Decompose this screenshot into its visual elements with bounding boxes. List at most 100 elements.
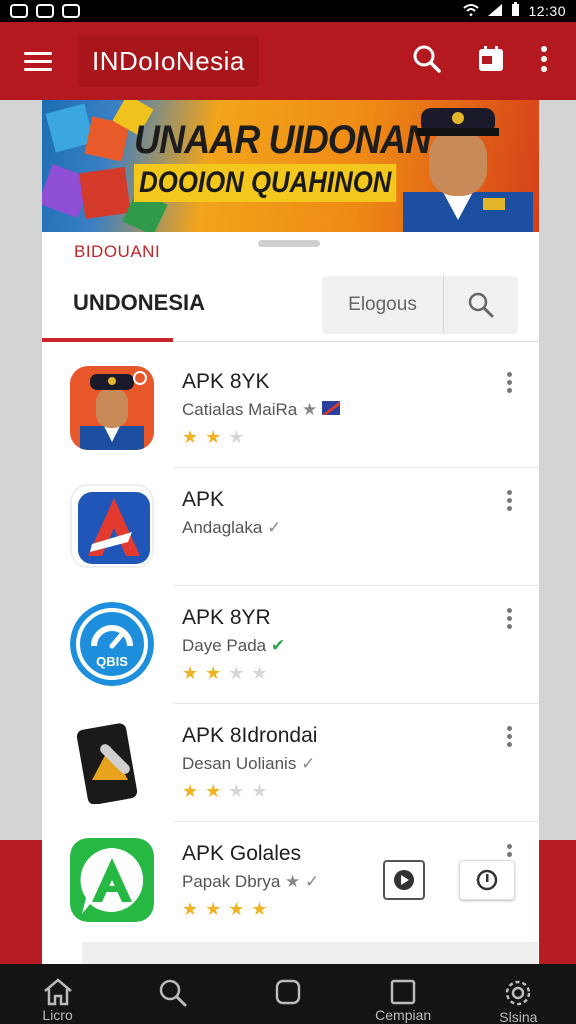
app-name: APK 8Idrondai	[182, 724, 318, 747]
app-subtitle-text: Daye Pada	[182, 636, 267, 655]
green-a-logo-icon	[70, 838, 154, 922]
mail-notification-icon	[62, 4, 80, 18]
gauge-icon-text: QBIS	[96, 654, 128, 669]
phone-wrench-icon	[70, 720, 154, 804]
menu-icon[interactable]	[24, 51, 52, 71]
star-empty-icon: ★	[228, 781, 245, 801]
window-icon	[390, 979, 416, 1005]
officer-illustration-icon	[403, 108, 533, 232]
app-subtitle: Catialas MaiRa ★	[182, 400, 340, 420]
star-icon: ★	[205, 781, 222, 801]
app-title: INDoIoNesia	[92, 45, 245, 76]
section-label: BIDOUANI	[74, 242, 161, 261]
star-icon: ★	[251, 899, 268, 919]
nav-home[interactable]: Licro	[13, 978, 103, 1023]
app-subtitle-text: Catialas MaiRa	[182, 400, 298, 419]
notification-icon	[10, 4, 28, 18]
square-icon	[275, 979, 301, 1005]
flag-badge-icon	[321, 400, 340, 419]
blue-gauge-icon: QBIS	[70, 602, 154, 686]
nav-settings[interactable]: Slsina	[473, 978, 563, 1024]
calendar-icon[interactable]	[476, 44, 506, 79]
play-icon	[394, 870, 414, 890]
nav-overview[interactable]	[243, 978, 333, 1006]
app-name: APK 8YK	[182, 370, 270, 393]
promo-banner[interactable]: UNAAR UIDONAN DOOION QUAHINON	[42, 100, 539, 232]
info-button[interactable]	[459, 860, 515, 900]
app-name: APK 8YR	[182, 606, 271, 629]
list-item[interactable]: QBIS APK 8YR Daye Pada ✔ ★ ★ ★ ★	[42, 586, 539, 704]
tab-indonesia[interactable]: UNDONESIA	[73, 290, 205, 316]
rating-stars: ★ ★ ★	[182, 428, 244, 446]
more-options-icon[interactable]	[507, 608, 513, 629]
search-icon	[159, 979, 187, 1007]
app-subtitle-text: Desan Uolianis	[182, 754, 297, 773]
search-field[interactable]: Elogous	[322, 276, 518, 334]
more-options-icon[interactable]	[507, 490, 513, 511]
rating-stars: ★ ★ ★ ★	[182, 782, 268, 800]
nav-search[interactable]	[128, 978, 218, 1008]
search-icon[interactable]	[412, 44, 442, 79]
list-item[interactable]: APK 8YK Catialas MaiRa ★ ★ ★ ★	[42, 350, 539, 468]
status-icons-left	[10, 4, 80, 18]
star-empty-icon: ★	[251, 781, 268, 801]
star-icon: ★	[182, 663, 199, 683]
tab-indicator	[42, 338, 173, 342]
list-item[interactable]: APK 8Idrondai Desan Uolianis ✓ ★ ★ ★ ★	[42, 704, 539, 822]
rating-stars: ★ ★ ★ ★	[182, 900, 268, 918]
bottom-sheet: UNAAR UIDONAN DOOION QUAHINON BIDOUANI U…	[42, 100, 539, 964]
settings-icon	[506, 980, 531, 1006]
check-badge-icon: ✓	[267, 518, 282, 537]
battery-icon	[511, 2, 520, 20]
image-notification-icon	[36, 4, 54, 18]
more-options-icon[interactable]	[507, 726, 513, 747]
overflow-menu-icon[interactable]	[540, 45, 548, 78]
red-a-logo-icon	[70, 484, 154, 568]
officer-portrait-icon	[70, 366, 154, 450]
play-button[interactable]	[383, 860, 425, 900]
row-actions	[383, 860, 515, 900]
more-options-icon[interactable]	[507, 372, 513, 393]
status-icons-right: 12:30	[463, 2, 566, 20]
check-badge-icon: ✓	[301, 754, 316, 773]
app-subtitle-text: Andaglaka	[182, 518, 263, 537]
drag-handle[interactable]	[258, 240, 320, 247]
app-list: APK 8YK Catialas MaiRa ★ ★ ★ ★ APK Andag…	[42, 350, 539, 940]
star-empty-icon: ★	[251, 663, 268, 683]
next-item-peek	[82, 942, 538, 964]
star-badge-icon: ★	[302, 400, 322, 419]
star-icon: ★	[182, 781, 199, 801]
banner-subheadline: DOOION QUAHINON	[134, 164, 397, 202]
signal-icon	[487, 3, 503, 20]
nav-label: Slsina	[499, 1009, 538, 1024]
rating-stars: ★ ★ ★ ★	[182, 664, 268, 682]
app-bar: INDoIoNesia	[0, 22, 576, 100]
star-icon: ★	[228, 899, 245, 919]
check-badge-icon: ✔	[270, 636, 286, 655]
search-placeholder: Elogous	[322, 276, 444, 334]
search-icon	[468, 292, 494, 318]
nav-windows[interactable]: Cempian	[358, 978, 448, 1023]
star-icon: ★	[182, 427, 199, 447]
star-empty-icon: ★	[228, 427, 245, 447]
app-subtitle-text: Papak Dbrya	[182, 872, 281, 891]
list-item[interactable]: APK Golales Papak Dbrya ★ ✓ ★ ★ ★ ★	[42, 822, 539, 940]
star-badge-icon: ★	[285, 872, 301, 891]
info-icon	[476, 869, 498, 891]
star-icon: ★	[182, 899, 199, 919]
tab-row: UNDONESIA Elogous	[42, 268, 539, 342]
status-bar: 12:30	[0, 0, 576, 22]
app-subtitle: Desan Uolianis ✓	[182, 754, 315, 774]
app-name: APK	[182, 488, 225, 511]
list-item[interactable]: APK Andaglaka ✓	[42, 468, 539, 586]
app-name: APK Golales	[182, 842, 302, 865]
star-empty-icon: ★	[228, 663, 245, 683]
app-subtitle: Andaglaka ✓	[182, 518, 281, 538]
search-button[interactable]	[444, 291, 518, 319]
nav-label: Licro	[42, 1007, 73, 1023]
wifi-icon	[463, 3, 480, 20]
nav-label: Cempian	[375, 1007, 432, 1023]
app-bar-actions	[412, 44, 548, 79]
bottom-navigation: Licro Cempian Slsina	[0, 964, 576, 1024]
star-icon: ★	[205, 663, 222, 683]
